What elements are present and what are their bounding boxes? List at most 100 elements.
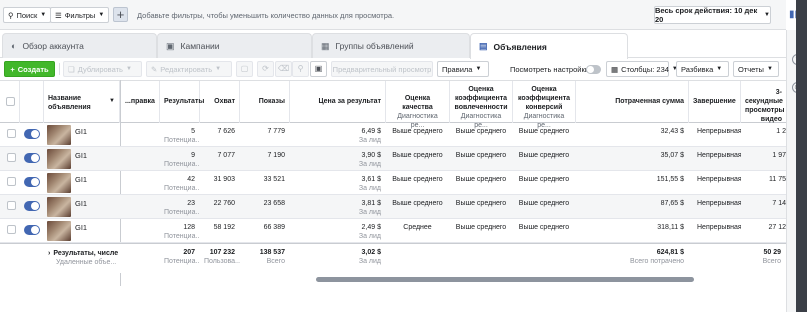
chevron-down-icon: ▼ [716,66,723,72]
conversion-cell: Выше среднего [518,224,570,231]
spent-cell: 35,07 $ [660,152,684,159]
col-impressions[interactable]: Показы [240,81,290,123]
results-cell: 42 Потенциа... [164,176,200,192]
rules-button[interactable]: Правила ▼ [437,61,489,77]
ad-thumbnail [47,173,71,193]
engagement-cell: Выше среднего [455,128,507,135]
ad-status-toggle[interactable] [24,129,40,139]
impressions-cell: 7 190 [267,152,285,159]
ab-test-icon[interactable]: ▢ [236,61,253,77]
results-cell: 128 Потенциа... [164,224,200,240]
col-spent[interactable]: Потраченная сумма [576,81,689,123]
ad-thumbnail [47,221,71,241]
end-cell: Непрерывная [697,152,741,159]
preview-button[interactable]: Предварительный просмотр [331,61,433,77]
col-conversion[interactable]: Оценка коэффициента конверсий Диагностик… [513,81,576,129]
view-settings-label: Посмотреть настройки [510,65,589,74]
engagement-cell: Выше среднего [455,176,507,183]
filters-button[interactable]: ☰ Фильтры ▼ [50,7,110,23]
refresh-icon[interactable]: ⟳ [257,61,274,77]
trash-icon[interactable]: ⌫ [275,61,292,77]
results-cell: 5 Потенциа... [164,128,200,144]
engagement-cell: Выше среднего [455,152,507,159]
horizontal-scrollbar[interactable] [316,277,694,282]
add-filter-button[interactable]: + [113,7,128,22]
table-row[interactable]: GI1 9 Потенциа... 7 077 7 190 3,90 $ За лид Выш… [0,147,786,171]
create-button[interactable]: + Создать [4,61,55,77]
results-cell: 23 Потенциа... [164,200,200,216]
ad-name-link[interactable]: GI1 [75,223,87,232]
ad-name-link[interactable]: GI1 [75,175,87,184]
ad-name-link[interactable]: GI1 [75,199,87,208]
lock-icon[interactable]: ⚲ [292,61,309,77]
col-delivery[interactable]: ...правка [121,81,160,123]
totals-video: 50 29 Всего [762,249,781,265]
chevron-down-icon: ▼ [766,66,773,72]
cost-per-result-cell: 6,49 $ За лид [358,128,381,144]
table-row[interactable]: GI1 23 Потенциа... 22 760 23 658 3,81 $ За лид… [0,195,786,219]
reach-cell: 31 903 [213,176,235,183]
reports-button[interactable]: Отчеты ▼ [733,61,779,77]
row-checkbox[interactable] [7,177,16,186]
select-all-checkbox[interactable] [6,97,15,106]
preview-icon[interactable]: ▣ [310,61,327,77]
ad-thumbnail [47,149,71,169]
col-reach[interactable]: Охват [200,81,240,123]
conversion-cell: Выше среднего [518,152,570,159]
row-checkbox[interactable] [7,153,16,162]
table-row[interactable]: GI1 5 Потенциа... 7 626 7 779 6,49 $ За лид Выш… [0,123,786,147]
conversion-cell: Выше среднего [518,176,570,183]
row-checkbox[interactable] [7,201,16,210]
chevron-down-icon: ▼ [40,12,47,18]
col-cost-per-result[interactable]: Цена за результат [290,81,386,123]
col-engagement[interactable]: Оценка коэффициента вовлеченности Диагно… [450,81,513,129]
columns-button[interactable]: ▦ Столбцы: 234 ▼ [606,61,678,77]
impressions-cell: 33 521 [263,176,285,183]
chevron-down-icon: ▼ [215,66,222,72]
ad-status-toggle[interactable] [24,153,40,163]
reach-cell: 22 760 [213,200,235,207]
grid-icon: ▦ [321,40,330,51]
view-settings-toggle[interactable] [586,65,601,74]
date-range-button[interactable]: Весь срок действия: 10 дек 20 ▼ [654,6,771,24]
duplicate-button[interactable]: ❏ Дублировать ▼ [63,61,142,77]
filter-icon: ☰ [55,10,62,20]
table-row[interactable]: GI1 42 Потенциа... 31 903 33 521 3,61 $ За лид… [0,171,786,195]
columns-icon: ▦ [611,64,619,74]
col-video-3s[interactable]: 3-секундные просмотры видео [741,81,786,123]
cost-per-result-cell: 3,90 $ За лид [358,152,381,168]
folder-icon: ▣ [166,40,175,51]
tab-campaigns[interactable]: ▣ Кампании [157,33,312,58]
chevron-down-icon: ▼ [475,66,482,72]
circle-info-icon: ◐ [11,41,17,51]
tab-ads[interactable]: ▤ Объявления [470,33,628,59]
ad-status-toggle[interactable] [24,177,40,187]
col-quality[interactable]: Оценка качества Диагностика ре... [386,81,450,129]
edit-button[interactable]: ✎ Редактировать ▼ [146,61,232,77]
col-ad-name[interactable]: Название объявления ▼ [44,81,120,123]
row-checkbox[interactable] [7,129,16,138]
table-row[interactable]: GI1 128 Потенциа... 58 192 66 389 2,49 $ За ли… [0,219,786,243]
add-filter-hint: Добавьте фильтры, чтобы уменьшить количе… [137,11,395,20]
tab-ad-sets[interactable]: ▦ Группы объявлений [312,33,470,58]
chevron-down-icon: ▼ [125,66,132,72]
breakdown-button[interactable]: Разбивка ▼ [676,61,729,77]
ad-status-toggle[interactable] [24,201,40,211]
ad-name-link[interactable]: GI1 [75,151,87,160]
table-header: Название объявления ▼ ...правка Результа… [0,80,786,129]
ad-icon: ▤ [479,41,488,51]
totals-spent: 624,81 $ Всего потрачено [630,249,684,265]
col-results[interactable]: Результаты [160,81,204,123]
quality-cell: Выше среднего [392,152,443,159]
reach-cell: 58 192 [213,224,235,231]
row-checkbox[interactable] [7,225,16,234]
spent-cell: 32,43 $ [660,128,684,135]
quality-cell: Выше среднего [392,200,443,207]
col-end[interactable]: Завершение [689,81,741,123]
ad-name-link[interactable]: GI1 [75,127,87,136]
ad-status-toggle[interactable] [24,225,40,235]
totals-impressions: 138 537 Всего [259,249,285,265]
tab-account-overview[interactable]: ◐ Обзор аккаунта [2,33,157,58]
search-button[interactable]: ⚲ Поиск ▼ [3,7,52,23]
spent-cell: 87,65 $ [660,200,684,207]
